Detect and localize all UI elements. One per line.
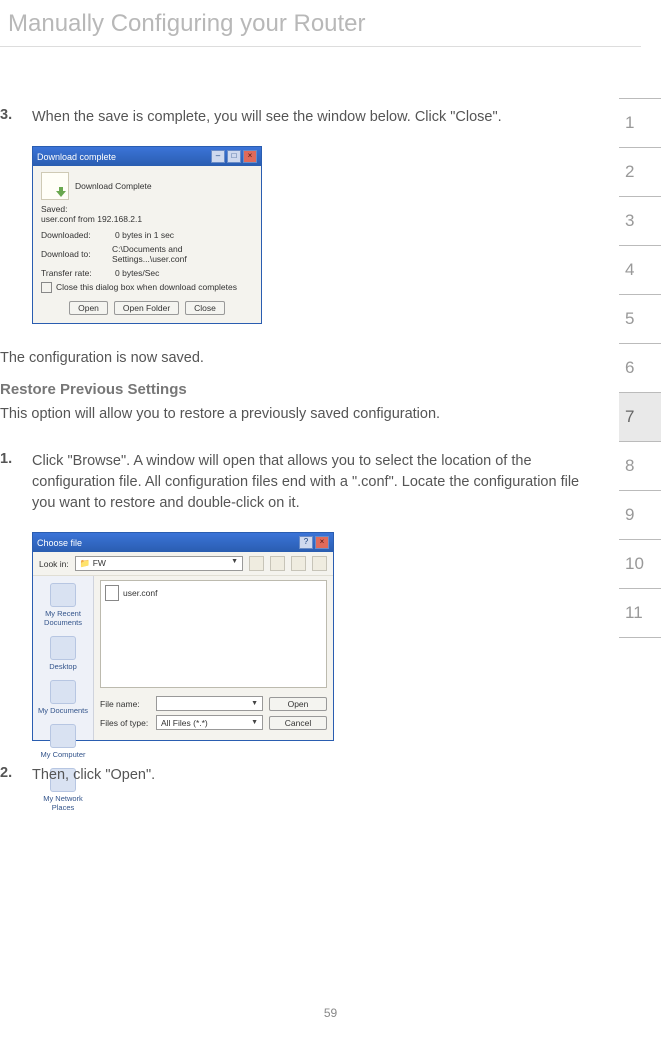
place-recent[interactable]: My Recent Documents bbox=[33, 580, 93, 633]
page-title: Manually Configuring your Router bbox=[0, 0, 641, 47]
open-button[interactable]: Open bbox=[269, 697, 327, 711]
newfolder-icon[interactable] bbox=[291, 556, 306, 571]
config-saved-text: The configuration is now saved. bbox=[0, 348, 590, 369]
views-icon[interactable] bbox=[312, 556, 327, 571]
row-label: Transfer rate: bbox=[41, 268, 109, 278]
download-complete-dialog: Download complete – □ × Download Complet… bbox=[32, 146, 590, 324]
minimize-icon[interactable]: – bbox=[211, 150, 225, 163]
place-mydocs[interactable]: My Documents bbox=[33, 677, 93, 721]
tab-1[interactable]: 1 bbox=[619, 98, 661, 148]
file-name: user.conf bbox=[123, 588, 158, 598]
place-desktop[interactable]: Desktop bbox=[33, 633, 93, 677]
tab-10[interactable]: 10 bbox=[619, 539, 661, 589]
close-icon[interactable]: × bbox=[243, 150, 257, 163]
tab-6[interactable]: 6 bbox=[619, 343, 661, 393]
step-2-text: Then, click "Open". bbox=[32, 765, 590, 786]
tab-5[interactable]: 5 bbox=[619, 294, 661, 344]
close-checkbox[interactable] bbox=[41, 282, 52, 293]
saved-value: user.conf from 192.168.2.1 bbox=[41, 214, 253, 224]
row-label: Download to: bbox=[41, 249, 106, 259]
filetype-dropdown[interactable]: All Files (*.*)▼ bbox=[156, 715, 263, 730]
cancel-button[interactable]: Cancel bbox=[269, 716, 327, 730]
dialog-title-text: Choose file bbox=[37, 538, 82, 548]
tab-9[interactable]: 9 bbox=[619, 490, 661, 540]
choose-file-dialog: Choose file ? × Look in: 📁 FW ▼ bbox=[32, 532, 590, 741]
saved-label: Saved: bbox=[41, 204, 253, 214]
download-header: Download Complete bbox=[75, 181, 152, 191]
content-area: 3. When the save is complete, you will s… bbox=[0, 47, 620, 798]
row-label: Downloaded: bbox=[41, 230, 109, 240]
row-value: C:\Documents and Settings...\user.conf bbox=[112, 244, 253, 264]
row-value: 0 bytes/Sec bbox=[115, 268, 159, 278]
step-2-number: 2. bbox=[0, 765, 32, 798]
dialog-title-text: Download complete bbox=[37, 152, 116, 162]
open-button[interactable]: Open bbox=[69, 301, 108, 315]
restore-intro: This option will allow you to restore a … bbox=[0, 404, 590, 425]
tab-3[interactable]: 3 bbox=[619, 196, 661, 246]
help-icon[interactable]: ? bbox=[299, 536, 313, 549]
page-number: 59 bbox=[0, 1006, 661, 1020]
dialog-titlebar: Choose file ? × bbox=[33, 533, 333, 552]
lookin-dropdown[interactable]: 📁 FW ▼ bbox=[75, 556, 243, 571]
places-bar: My Recent Documents Desktop My Documents… bbox=[33, 576, 94, 740]
place-mycomp[interactable]: My Computer bbox=[33, 721, 93, 765]
step-1-number: 1. bbox=[0, 451, 32, 526]
step-1: 1. Click "Browse". A window will open th… bbox=[0, 451, 590, 526]
tab-8[interactable]: 8 bbox=[619, 441, 661, 491]
tab-7[interactable]: 7 bbox=[619, 392, 661, 442]
dialog-titlebar: Download complete – □ × bbox=[33, 147, 261, 166]
filename-label: File name: bbox=[100, 699, 150, 709]
close-checkbox-label: Close this dialog box when download comp… bbox=[56, 282, 237, 292]
lookin-label: Look in: bbox=[39, 559, 69, 569]
tab-4[interactable]: 4 bbox=[619, 245, 661, 295]
side-tabs: 1 2 3 4 5 6 7 8 9 10 11 bbox=[619, 98, 661, 637]
row-value: 0 bytes in 1 sec bbox=[115, 230, 174, 240]
maximize-icon[interactable]: □ bbox=[227, 150, 241, 163]
download-icon bbox=[41, 172, 69, 200]
tab-11[interactable]: 11 bbox=[619, 588, 661, 638]
up-icon[interactable] bbox=[270, 556, 285, 571]
step-1-text: Click "Browse". A window will open that … bbox=[32, 451, 590, 514]
file-icon bbox=[105, 585, 119, 601]
close-icon[interactable]: × bbox=[315, 536, 329, 549]
step-3: 3. When the save is complete, you will s… bbox=[0, 107, 590, 140]
file-item[interactable]: user.conf bbox=[105, 585, 322, 601]
back-icon[interactable] bbox=[249, 556, 264, 571]
open-folder-button[interactable]: Open Folder bbox=[114, 301, 179, 315]
step-3-number: 3. bbox=[0, 107, 32, 140]
close-button[interactable]: Close bbox=[185, 301, 225, 315]
step-3-text: When the save is complete, you will see … bbox=[32, 107, 590, 128]
filename-input[interactable]: ▼ bbox=[156, 696, 263, 711]
restore-heading: Restore Previous Settings bbox=[0, 381, 590, 398]
filetype-label: Files of type: bbox=[100, 718, 150, 728]
file-list[interactable]: user.conf bbox=[100, 580, 327, 688]
tab-2[interactable]: 2 bbox=[619, 147, 661, 197]
